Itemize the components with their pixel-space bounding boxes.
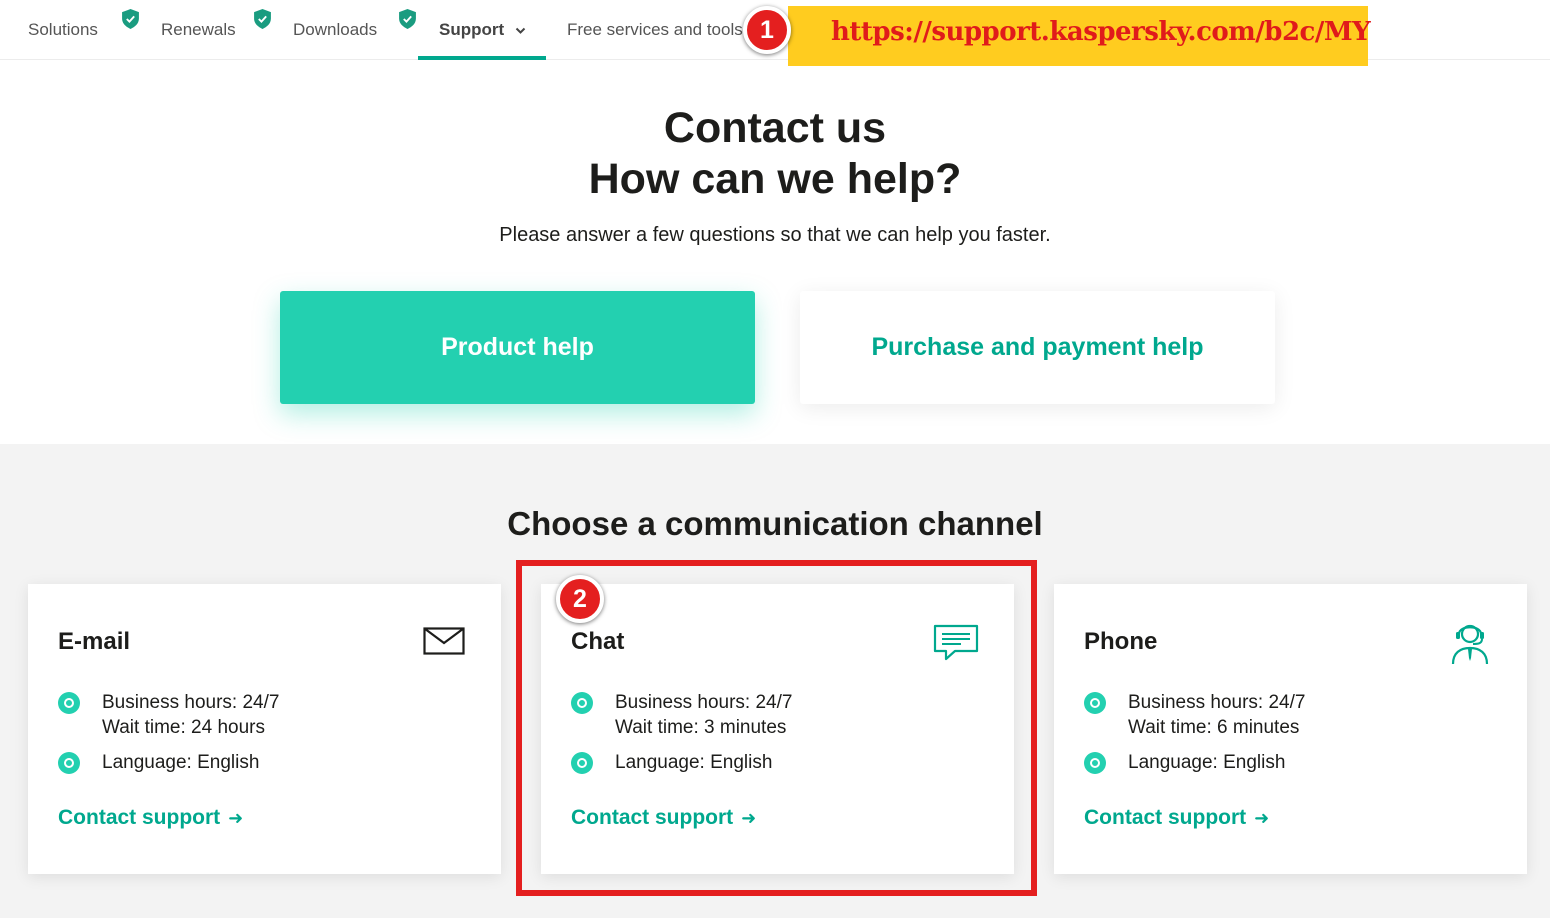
card-title: Phone xyxy=(1084,628,1158,655)
email-card: E-mail Business hours: 24/7 Wait time: 2… xyxy=(28,584,501,874)
page-title-line1: Contact us xyxy=(663,104,887,152)
nav-item-renewals[interactable]: Renewals xyxy=(161,0,236,60)
email-contact-support-link[interactable]: Contact support ➜ xyxy=(58,806,243,830)
language: Language: English xyxy=(1128,752,1286,773)
chat-icon xyxy=(933,624,979,661)
business-hours: Business hours: 24/7 xyxy=(1128,692,1306,713)
nav-item-solutions[interactable]: Solutions xyxy=(28,0,98,60)
wait-time: Wait time: 3 minutes xyxy=(615,717,787,738)
bullet-icon xyxy=(1084,752,1106,774)
bullet-icon xyxy=(58,752,80,774)
headset-icon xyxy=(1451,624,1489,665)
page-title-line2: How can we help? xyxy=(588,155,962,203)
language: Language: English xyxy=(102,752,260,773)
contact-support-label: Contact support xyxy=(58,806,221,829)
envelope-icon xyxy=(423,627,465,655)
wait-time: Wait time: 6 minutes xyxy=(1128,717,1300,738)
arrow-right-icon: ➜ xyxy=(1254,808,1270,828)
purchase-help-button[interactable]: Purchase and payment help xyxy=(800,291,1275,404)
bullet-icon xyxy=(571,752,593,774)
nav-item-downloads[interactable]: Downloads xyxy=(293,0,377,60)
step-badge-1: 1 xyxy=(743,6,791,54)
bullet-icon xyxy=(571,692,593,714)
url-annotation: https://support.kaspersky.com/b2c/MY xyxy=(788,6,1371,66)
chat-card: Chat Business hours: 24/7 Wait time: 3 m… xyxy=(541,584,1014,874)
nav-item-support[interactable]: Support xyxy=(439,0,526,60)
channels-title: Choose a communication channel xyxy=(507,505,1043,542)
shield-check-icon xyxy=(254,9,271,29)
active-tab-indicator xyxy=(418,56,546,60)
card-title: E-mail xyxy=(58,628,131,655)
contact-support-label: Contact support xyxy=(1084,806,1247,829)
bullet-icon xyxy=(1084,692,1106,714)
shield-check-icon xyxy=(399,9,416,29)
phone-contact-support-link[interactable]: Contact support ➜ xyxy=(1084,806,1269,830)
nav-item-free-services[interactable]: Free services and tools xyxy=(567,0,743,60)
card-title: Chat xyxy=(571,628,625,655)
wait-time: Wait time: 24 hours xyxy=(102,717,265,738)
arrow-right-icon: ➜ xyxy=(741,808,757,828)
phone-card: Phone Business hours: 24/7 Wait time: 6 … xyxy=(1054,584,1527,874)
nav-item-support-label: Support xyxy=(439,20,505,39)
page-subtitle: Please answer a few questions so that we… xyxy=(499,224,1051,246)
shield-check-icon xyxy=(122,9,139,29)
contact-support-label: Contact support xyxy=(571,806,734,829)
chevron-down-icon xyxy=(515,27,526,34)
business-hours: Business hours: 24/7 xyxy=(102,692,280,713)
bullet-icon xyxy=(58,692,80,714)
page-title: Contact us How can we help? xyxy=(0,103,1550,205)
product-help-button[interactable]: Product help xyxy=(280,291,755,404)
step-badge-2: 2 xyxy=(556,575,604,623)
arrow-right-icon: ➜ xyxy=(228,808,244,828)
language: Language: English xyxy=(615,752,773,773)
business-hours: Business hours: 24/7 xyxy=(615,692,793,713)
chat-contact-support-link[interactable]: Contact support ➜ xyxy=(571,806,756,830)
